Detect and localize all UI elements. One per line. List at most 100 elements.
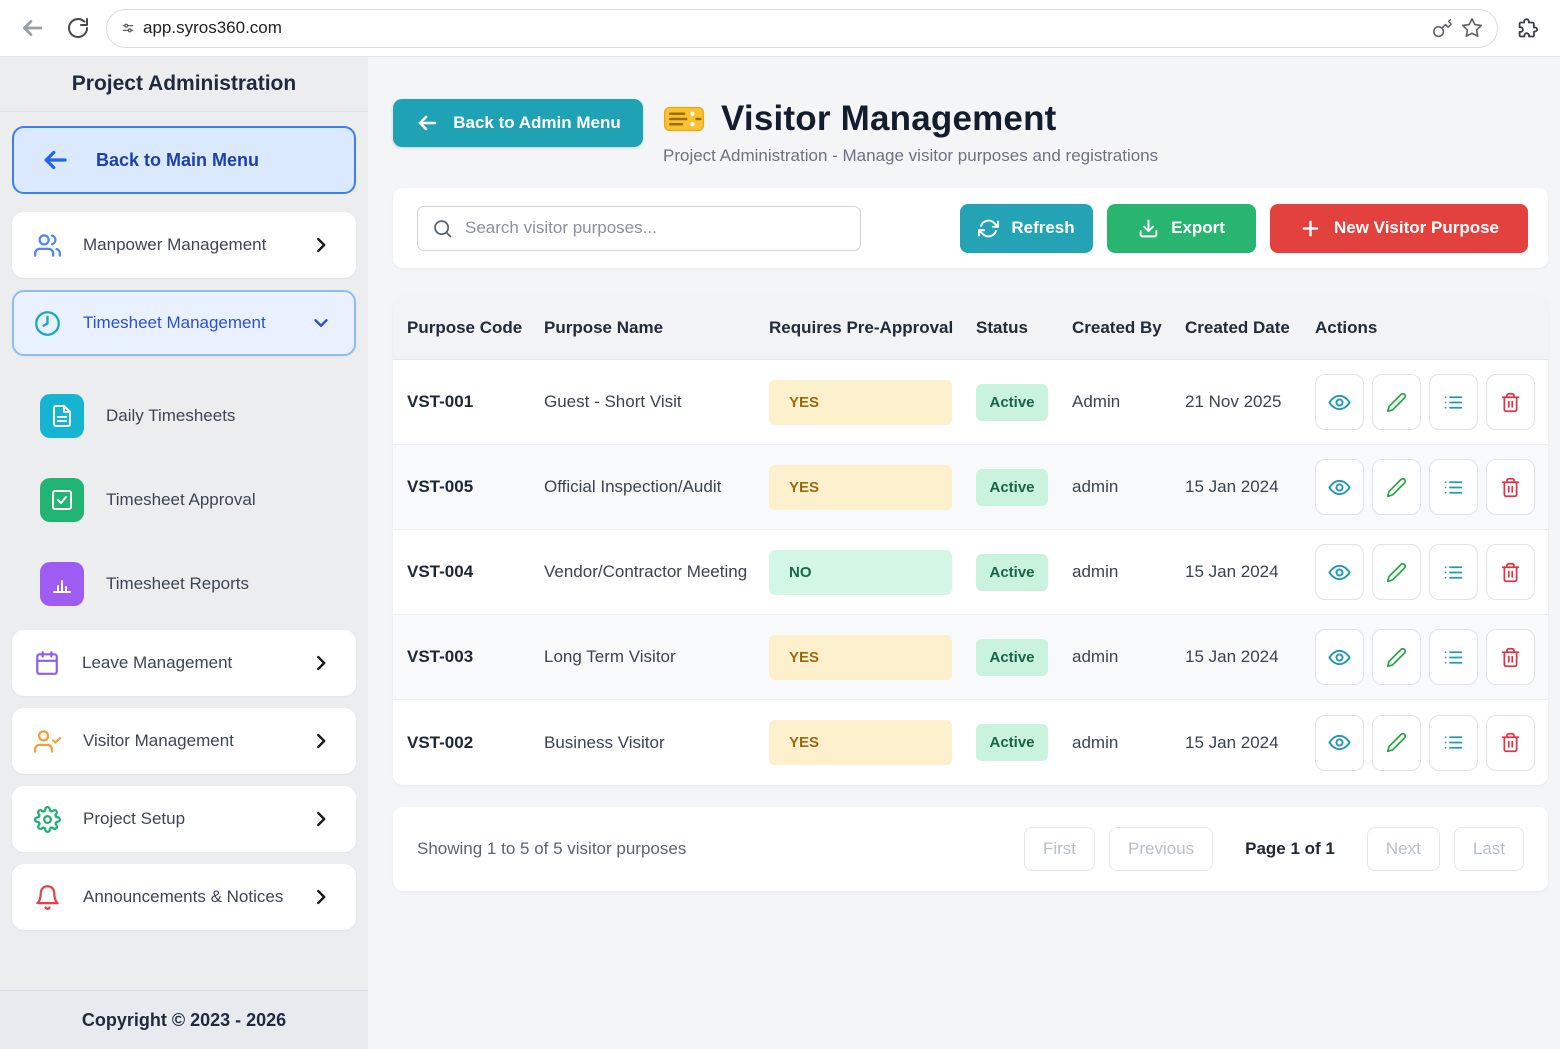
status-badge: Active <box>976 724 1048 761</box>
users-icon <box>34 232 61 259</box>
col-actions: Actions <box>1315 318 1534 338</box>
url-text[interactable]: app.syros360.com <box>143 18 1424 38</box>
back-to-admin-menu-button[interactable]: Back to Admin Menu <box>393 99 643 147</box>
status-badge: Active <box>976 469 1048 506</box>
col-pre-approval: Requires Pre-Approval <box>769 318 976 338</box>
sidebar-item-announcements[interactable]: Announcements & Notices <box>12 864 356 930</box>
status-badge: Active <box>976 639 1048 676</box>
eye-icon <box>1328 391 1351 414</box>
sidebar: Project Administration Back to Main Menu… <box>0 57 368 1049</box>
details-button[interactable] <box>1429 459 1478 515</box>
site-info-icon[interactable] <box>121 21 135 35</box>
edit-button[interactable] <box>1372 459 1421 515</box>
delete-button[interactable] <box>1486 715 1535 771</box>
status-badge: Active <box>976 554 1048 591</box>
browser-back-button[interactable] <box>14 10 50 46</box>
pre-approval-badge: NO <box>769 550 952 595</box>
bookmark-star-icon[interactable] <box>1461 17 1483 39</box>
check-square-icon <box>40 478 84 522</box>
export-label: Export <box>1171 218 1225 238</box>
details-button[interactable] <box>1429 544 1478 600</box>
eye-icon <box>1328 561 1351 584</box>
first-page-button[interactable]: First <box>1024 827 1095 871</box>
sidebar-subitem-timesheet-reports[interactable]: Timesheet Reports <box>40 562 356 606</box>
table-row: VST-005 Official Inspection/Audit YES Ac… <box>393 445 1548 530</box>
next-page-button[interactable]: Next <box>1367 827 1440 871</box>
export-button[interactable]: Export <box>1107 204 1256 253</box>
pencil-icon <box>1386 562 1407 583</box>
eye-icon <box>1328 731 1351 754</box>
edit-button[interactable] <box>1372 629 1421 685</box>
pencil-icon <box>1386 647 1407 668</box>
edit-button[interactable] <box>1372 374 1421 430</box>
view-button[interactable] <box>1315 629 1364 685</box>
extensions-puzzle-icon[interactable] <box>1508 10 1546 46</box>
last-page-button[interactable]: Last <box>1454 827 1524 871</box>
purpose-name: Long Term Visitor <box>544 647 769 667</box>
details-button[interactable] <box>1429 715 1478 771</box>
refresh-label: Refresh <box>1011 218 1074 238</box>
col-status: Status <box>976 318 1072 338</box>
created-date: 21 Nov 2025 <box>1185 392 1315 412</box>
sidebar-item-project-setup[interactable]: Project Setup <box>12 786 356 852</box>
back-to-main-menu-button[interactable]: Back to Main Menu <box>12 126 356 194</box>
sidebar-subitem-timesheet-approval[interactable]: Timesheet Approval <box>40 478 356 522</box>
purpose-name: Business Visitor <box>544 733 769 753</box>
delete-button[interactable] <box>1486 629 1535 685</box>
chevron-down-icon <box>310 312 332 334</box>
delete-button[interactable] <box>1486 459 1535 515</box>
delete-button[interactable] <box>1486 544 1535 600</box>
sidebar-item-manpower-management[interactable]: Manpower Management <box>12 212 356 278</box>
chevron-right-icon <box>310 652 332 674</box>
table-row: VST-004 Vendor/Contractor Meeting NO Act… <box>393 530 1548 615</box>
ticket-icon <box>663 101 705 137</box>
table-row: VST-003 Long Term Visitor YES Active adm… <box>393 615 1548 700</box>
sidebar-item-leave-management[interactable]: Leave Management <box>12 630 356 696</box>
view-button[interactable] <box>1315 374 1364 430</box>
view-button[interactable] <box>1315 715 1364 771</box>
new-visitor-purpose-button[interactable]: New Visitor Purpose <box>1270 204 1528 253</box>
calendar-icon <box>34 650 60 676</box>
details-button[interactable] <box>1429 629 1478 685</box>
timesheet-submenu: Daily Timesheets Timesheet Approval Time… <box>0 368 368 630</box>
trash-icon <box>1500 477 1521 498</box>
created-by: admin <box>1072 477 1185 497</box>
browser-reload-button[interactable] <box>60 10 96 46</box>
purpose-code: VST-002 <box>407 733 544 753</box>
purpose-code: VST-001 <box>407 392 544 412</box>
sidebar-item-label: Timesheet Management <box>83 313 288 333</box>
delete-button[interactable] <box>1486 374 1535 430</box>
trash-icon <box>1500 732 1521 753</box>
refresh-button[interactable]: Refresh <box>960 204 1093 253</box>
list-icon <box>1443 477 1464 498</box>
eye-icon <box>1328 476 1351 499</box>
table-header-row: Purpose Code Purpose Name Requires Pre-A… <box>393 296 1548 360</box>
table-row: VST-001 Guest - Short Visit YES Active A… <box>393 360 1548 445</box>
edit-button[interactable] <box>1372 544 1421 600</box>
sidebar-item-timesheet-management[interactable]: Timesheet Management <box>12 290 356 356</box>
list-icon <box>1443 562 1464 583</box>
list-icon <box>1443 392 1464 413</box>
sidebar-subitem-daily-timesheets[interactable]: Daily Timesheets <box>40 394 356 438</box>
view-button[interactable] <box>1315 544 1364 600</box>
visitor-purposes-table: Purpose Code Purpose Name Requires Pre-A… <box>393 296 1548 785</box>
page-title: Visitor Management <box>721 99 1057 139</box>
search-icon <box>432 218 453 239</box>
trash-icon <box>1500 562 1521 583</box>
pencil-icon <box>1386 732 1407 753</box>
arrow-left-icon <box>415 111 439 135</box>
search-input[interactable] <box>465 218 846 238</box>
sidebar-item-label: Leave Management <box>82 653 288 673</box>
copyright-text: Copyright © 2023 - 2026 <box>0 990 368 1049</box>
previous-page-button[interactable]: Previous <box>1109 827 1213 871</box>
details-button[interactable] <box>1429 374 1478 430</box>
sidebar-item-visitor-management[interactable]: Visitor Management <box>12 708 356 774</box>
purpose-name: Vendor/Contractor Meeting <box>544 562 769 582</box>
edit-button[interactable] <box>1372 715 1421 771</box>
view-button[interactable] <box>1315 459 1364 515</box>
password-key-icon[interactable] <box>1432 18 1453 39</box>
col-purpose-name: Purpose Name <box>544 318 769 338</box>
status-badge: Active <box>976 384 1048 421</box>
address-bar[interactable]: app.syros360.com <box>106 9 1498 48</box>
pre-approval-badge: YES <box>769 465 952 510</box>
